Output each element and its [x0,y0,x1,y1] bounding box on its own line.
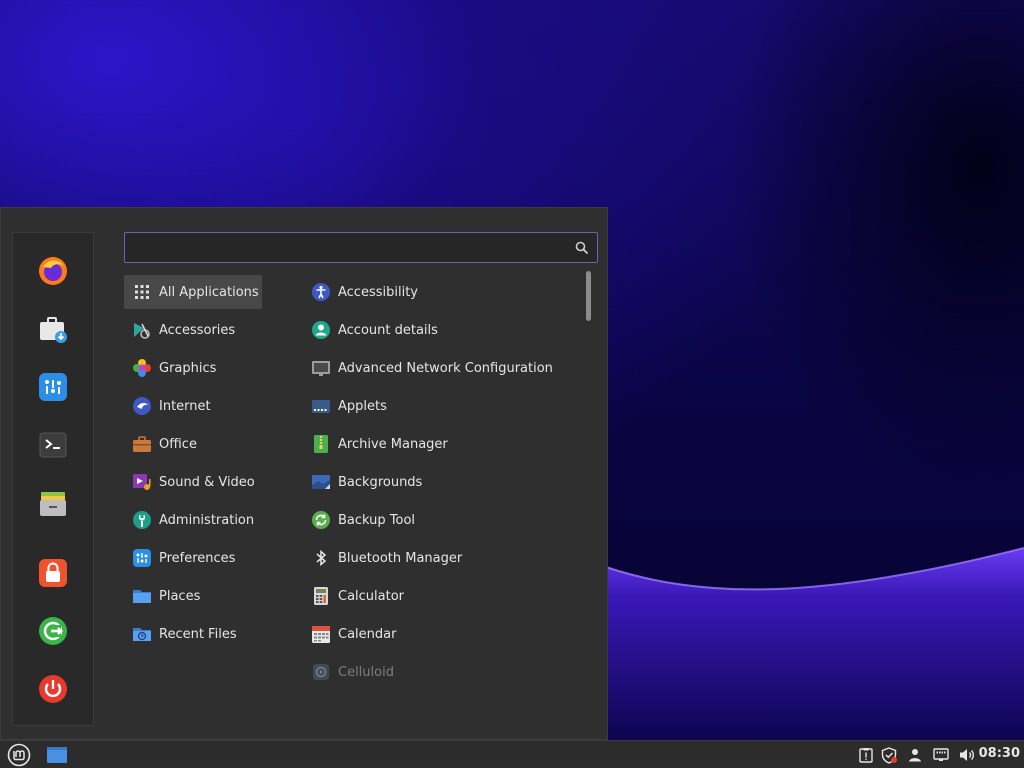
category-preferences[interactable]: Preferences [124,541,262,575]
app-label: Applets [338,398,387,414]
application-menu: All Applications Accessories Graphics In… [0,207,608,740]
volume-icon [960,749,974,761]
taskbar: 08:30 [0,740,1024,768]
preferences-icon [132,548,152,568]
security-applet[interactable] [879,744,899,766]
backup-icon [311,510,331,530]
software-manager-icon[interactable] [33,309,73,349]
files-icon[interactable] [33,483,73,523]
network-icon [311,358,331,378]
shield-icon [881,746,897,764]
category-places[interactable]: Places [124,579,262,613]
show-desktop-button[interactable] [44,744,70,766]
search-icon [575,241,589,255]
app-label: Backup Tool [338,512,416,528]
power-icon[interactable] [33,669,73,709]
user-applet[interactable] [905,744,925,766]
app-label: Bluetooth Manager [338,550,463,566]
settings-icon[interactable] [33,367,73,407]
category-graphics[interactable]: Graphics [124,351,262,385]
app-bluetooth-manager[interactable]: Bluetooth Manager [307,541,577,575]
administration-icon [132,510,152,530]
category-all-applications[interactable]: All Applications [124,275,262,309]
app-calculator[interactable]: Calculator [307,579,577,613]
app-label: Archive Manager [338,436,448,452]
category-label: Places [159,588,201,604]
calculator-icon [311,586,331,606]
applets-icon [311,396,331,416]
app-account-details[interactable]: Account details [307,313,577,347]
archive-icon [311,434,331,454]
favorites-sidebar [12,232,94,726]
category-label: Accessories [159,322,236,338]
app-celluloid[interactable]: Celluloid [307,655,577,689]
category-office[interactable]: Office [124,427,262,461]
grid-icon [132,282,152,302]
search-box[interactable] [124,232,598,263]
accessories-icon [132,320,152,340]
category-label: Internet [159,398,211,414]
category-label: Administration [159,512,255,528]
search-input[interactable] [133,237,567,261]
account-icon [311,320,331,340]
app-label: Backgrounds [338,474,423,490]
recent-files-icon [132,624,152,644]
lock-screen-icon[interactable] [33,553,73,593]
menu-button[interactable] [4,743,34,767]
app-label: Calculator [338,588,405,604]
category-label: Recent Files [159,626,237,642]
app-applets[interactable]: Applets [307,389,577,423]
app-label: Celluloid [338,664,394,680]
internet-icon [132,396,152,416]
category-administration[interactable]: Administration [124,503,262,537]
category-label: All Applications [159,284,259,300]
office-icon [132,434,152,454]
category-accessories[interactable]: Accessories [124,313,262,347]
logout-icon[interactable] [33,611,73,651]
app-backgrounds[interactable]: Backgrounds [307,465,577,499]
firefox-icon[interactable] [33,251,73,291]
terminal-icon[interactable] [33,425,73,465]
clock[interactable]: 08:30 [979,746,1020,761]
mint-logo-icon [7,743,31,767]
category-recent-files[interactable]: Recent Files [124,617,262,651]
app-label: Account details [338,322,438,338]
user-icon [909,749,921,762]
celluloid-icon [311,662,331,682]
app-label: Advanced Network Configuration [338,360,553,376]
app-accessibility[interactable]: Accessibility [307,275,577,309]
category-label: Graphics [159,360,217,376]
app-archive-manager[interactable]: Archive Manager [307,427,577,461]
category-sound-video[interactable]: Sound & Video [124,465,262,499]
sound-video-icon [132,472,152,492]
clipboard-alert-icon [859,748,873,763]
category-label: Sound & Video [159,474,255,490]
app-backup-tool[interactable]: Backup Tool [307,503,577,537]
category-label: Office [159,436,197,452]
network-applet[interactable] [930,744,952,766]
update-manager-applet[interactable] [856,744,876,766]
desktop-icon [47,747,67,763]
sound-applet[interactable] [956,744,978,766]
accessibility-icon [311,282,331,302]
category-label: Preferences [159,550,236,566]
folder-icon [132,586,152,606]
app-label: Accessibility [338,284,418,300]
scrollbar-thumb[interactable] [586,271,591,321]
wired-network-icon [933,748,949,761]
bluetooth-icon [311,548,331,568]
app-advanced-network-configuration[interactable]: Advanced Network Configuration [307,351,577,385]
backgrounds-icon [311,472,331,492]
calendar-icon [311,624,331,644]
graphics-icon [132,358,152,378]
category-internet[interactable]: Internet [124,389,262,423]
app-label: Calendar [338,626,397,642]
app-calendar[interactable]: Calendar [307,617,577,651]
